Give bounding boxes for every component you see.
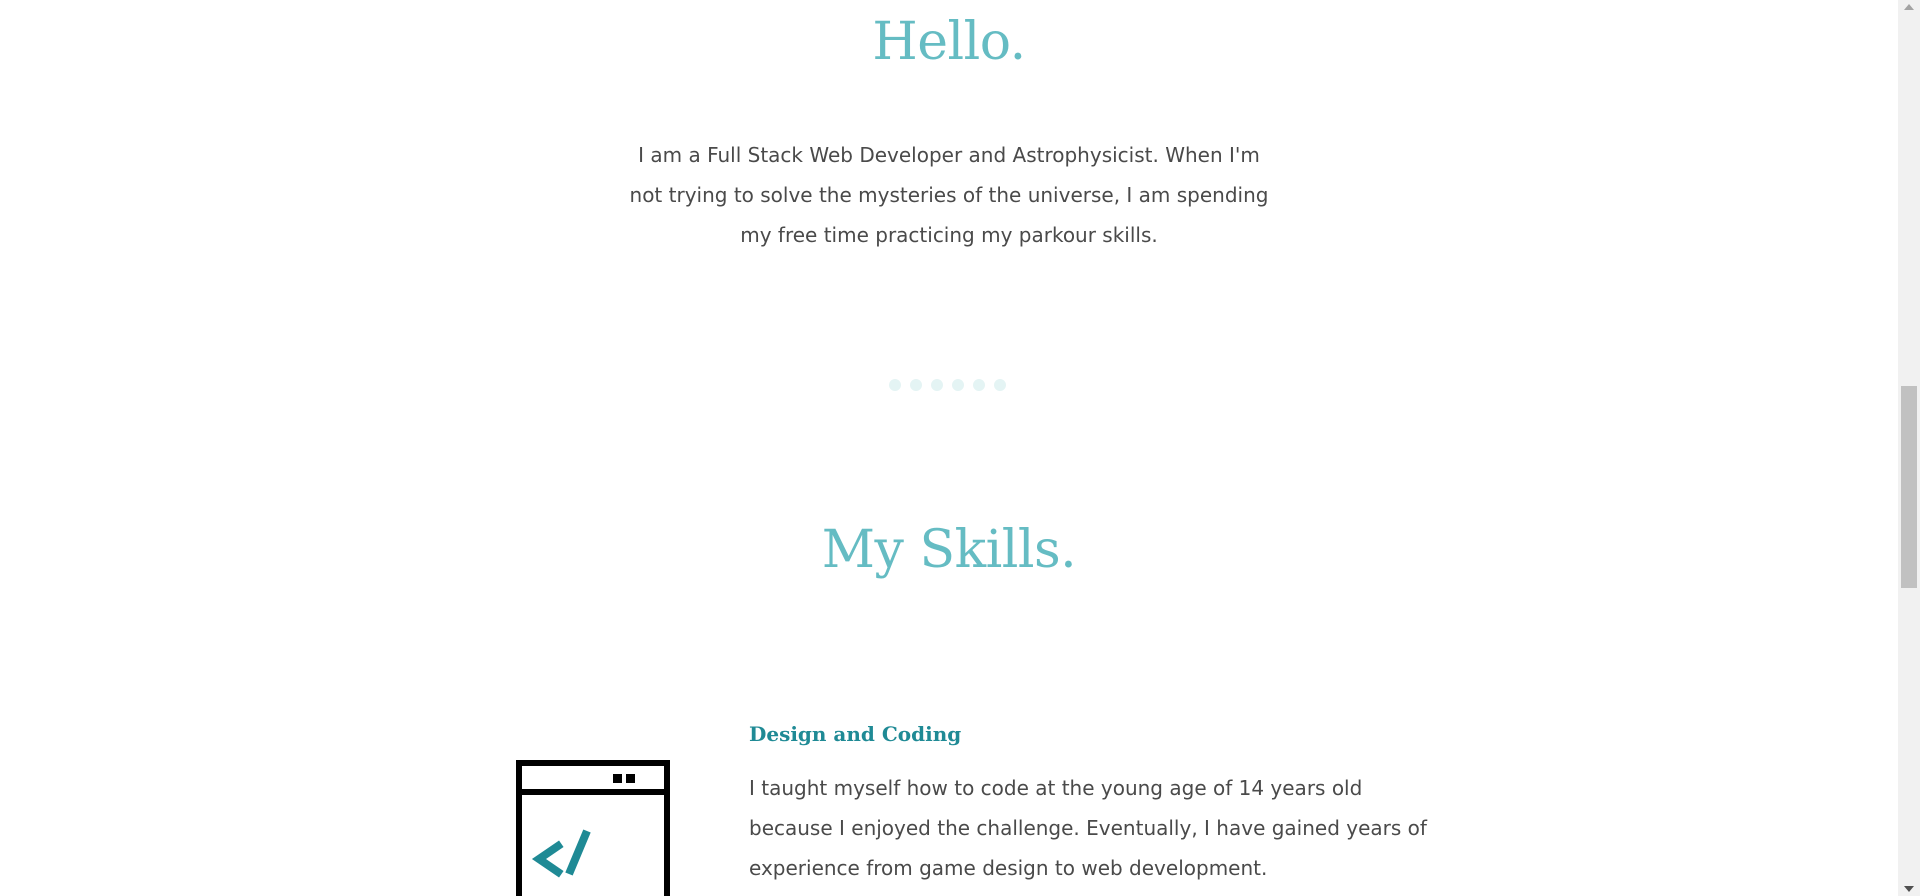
carousel-dot[interactable] [973, 379, 985, 391]
carousel-dot[interactable] [910, 379, 922, 391]
skill-title: Design and Coding [749, 722, 962, 746]
scrollbar-thumb[interactable] [1901, 386, 1917, 588]
carousel-dot[interactable] [889, 379, 901, 391]
intro-text: I am a Full Stack Web Developer and Astr… [629, 143, 1269, 247]
page: Hello. I am a Full Stack Web Developer a… [0, 0, 1898, 896]
carousel-dot[interactable] [931, 379, 943, 391]
skill-description: I taught myself how to code at the young… [749, 776, 1427, 880]
carousel-dots [889, 379, 1009, 391]
carousel-dot[interactable] [994, 379, 1006, 391]
code-window-icon [516, 760, 670, 896]
carousel-dot[interactable] [952, 379, 964, 391]
hello-title: Hello. [872, 12, 1026, 72]
scroll-down-arrow-icon[interactable] [1904, 886, 1914, 892]
scroll-up-arrow-icon[interactable] [1904, 4, 1914, 10]
skills-title: My Skills. [821, 520, 1077, 580]
vertical-scrollbar[interactable] [1898, 0, 1920, 896]
